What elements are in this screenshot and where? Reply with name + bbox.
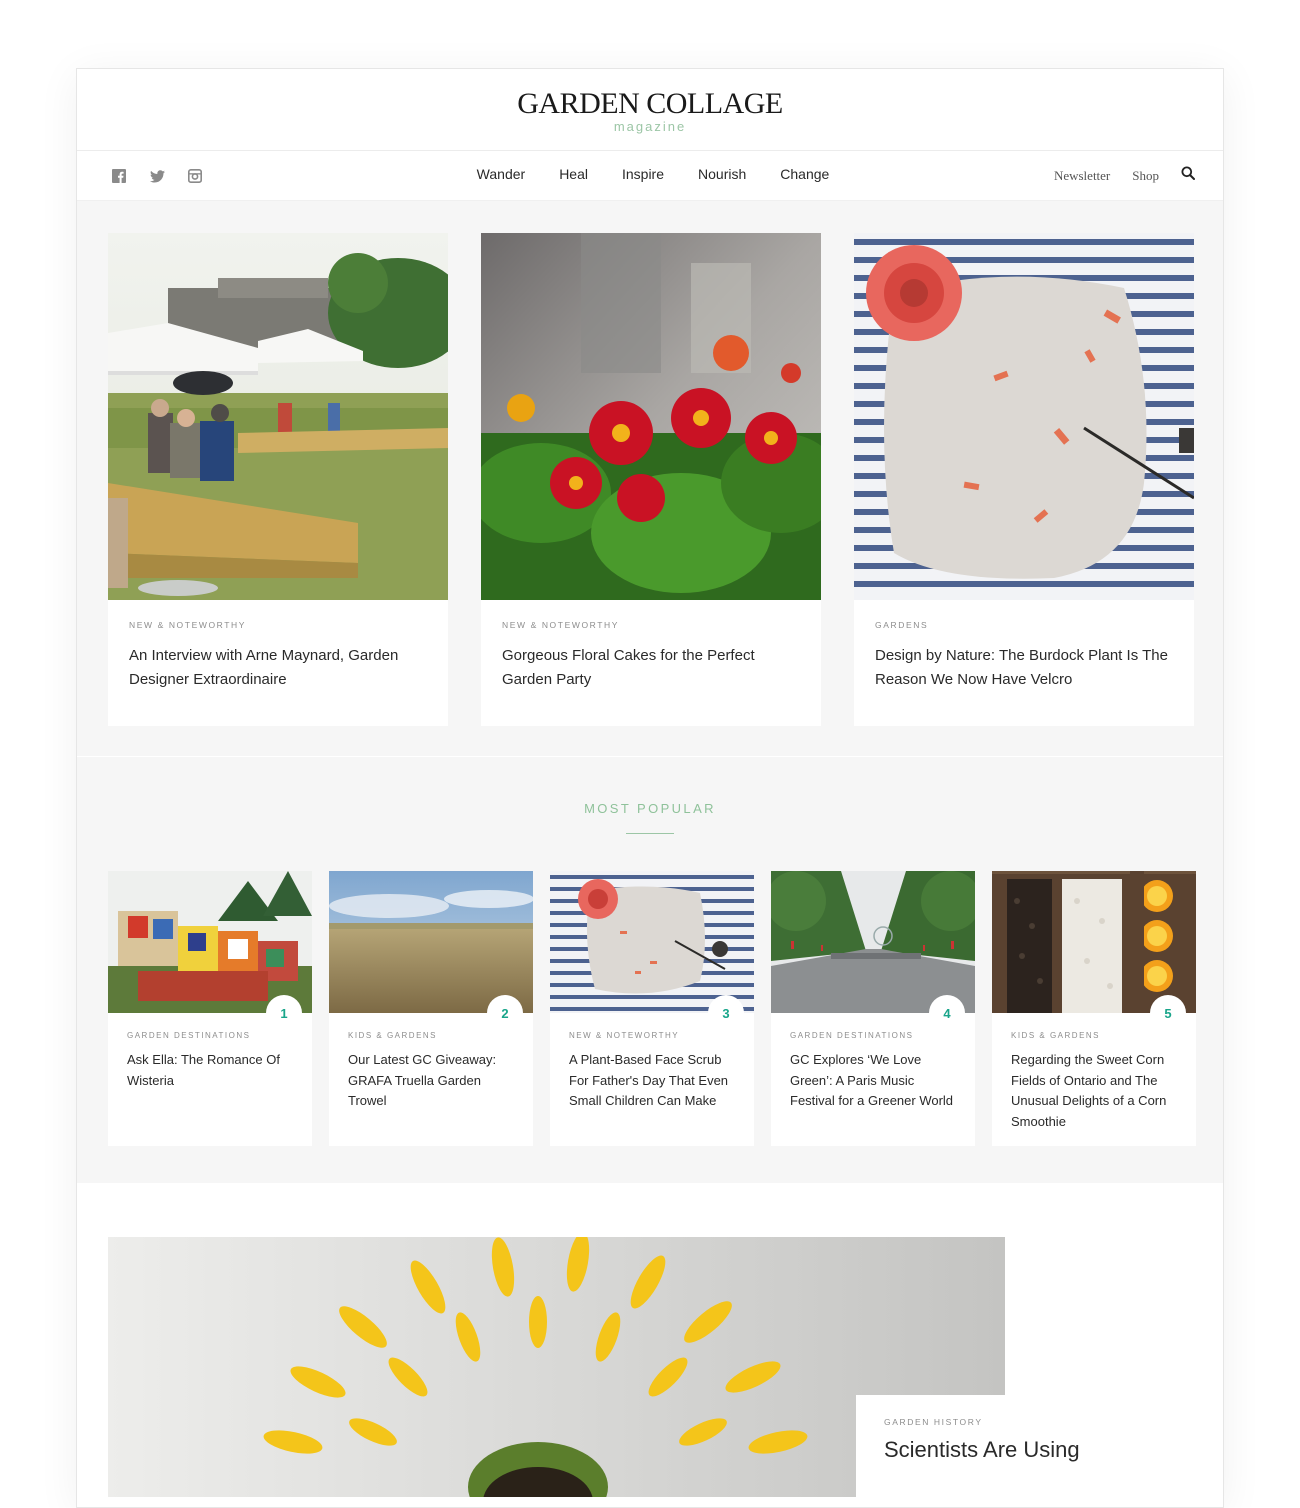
article-title[interactable]: GC Explores ‘We Love Green’: A Paris Mus… — [790, 1050, 957, 1112]
shop-link[interactable]: Shop — [1132, 168, 1159, 184]
article-title[interactable]: An Interview with Arne Maynard, Garden D… — [129, 644, 428, 692]
rank-badge: 4 — [929, 995, 965, 1031]
navbar: Wander Heal Inspire Nourish Change Newsl… — [77, 151, 1223, 201]
category-label[interactable]: GARDENS — [875, 620, 1174, 630]
article-title[interactable]: Our Latest GC Giveaway: GRAFA Truella Ga… — [348, 1050, 515, 1112]
category-label[interactable]: NEW & NOTEWORTHY — [129, 620, 428, 630]
rank-badge: 3 — [708, 995, 744, 1031]
page-frame: GARDEN COLLAGE magazine Wander Heal Insp… — [76, 68, 1224, 1508]
popular-image-paris-avenue[interactable] — [771, 871, 975, 1013]
masthead: GARDEN COLLAGE magazine — [77, 69, 1223, 151]
nav-change[interactable]: Change — [780, 166, 829, 182]
featured-image-nasturtiums[interactable] — [481, 233, 821, 600]
main-nav: Wander Heal Inspire Nourish Change — [77, 166, 1223, 182]
category-label[interactable]: NEW & NOTEWORTHY — [502, 620, 801, 630]
logo-subtitle: magazine — [613, 119, 687, 134]
popular-card[interactable]: 4 GARDEN DESTINATIONS GC Explores ‘We Lo… — [771, 871, 975, 1146]
category-label[interactable]: GARDEN HISTORY — [884, 1417, 1166, 1427]
article-title[interactable]: Ask Ella: The Romance Of Wisteria — [127, 1050, 294, 1091]
rank-badge: 1 — [266, 995, 302, 1031]
category-label[interactable]: KIDS & GARDENS — [1011, 1031, 1178, 1040]
featured-card-body: NEW & NOTEWORTHY An Interview with Arne … — [108, 600, 448, 725]
featured-card[interactable]: NEW & NOTEWORTHY Gorgeous Floral Cakes f… — [481, 233, 821, 726]
popular-list: 1 GARDEN DESTINATIONS Ask Ella: The Roma… — [108, 871, 1196, 1146]
popular-image-we-love-green[interactable] — [108, 871, 312, 1013]
nav-wander[interactable]: Wander — [477, 166, 526, 182]
nav-heal[interactable]: Heal — [559, 166, 588, 182]
nav-right: Newsletter Shop — [1054, 166, 1195, 185]
featured-card[interactable]: NEW & NOTEWORTHY An Interview with Arne … — [108, 233, 448, 726]
popular-card[interactable]: 5 KIDS & GARDENS Regarding the Sweet Cor… — [992, 871, 1196, 1146]
category-label[interactable]: NEW & NOTEWORTHY — [569, 1031, 736, 1040]
category-label[interactable]: KIDS & GARDENS — [348, 1031, 515, 1040]
search-icon[interactable] — [1181, 166, 1195, 185]
featured-articles: NEW & NOTEWORTHY An Interview with Arne … — [77, 201, 1223, 756]
popular-card[interactable]: 2 KIDS & GARDENS Our Latest GC Giveaway:… — [329, 871, 533, 1146]
nav-inspire[interactable]: Inspire — [622, 166, 664, 182]
newsletter-link[interactable]: Newsletter — [1054, 168, 1110, 184]
article-title[interactable]: Gorgeous Floral Cakes for the Perfect Ga… — [502, 644, 801, 692]
category-label[interactable]: GARDEN DESTINATIONS — [127, 1031, 294, 1040]
popular-image-corn-smoothie[interactable] — [992, 871, 1196, 1013]
article-title[interactable]: Design by Nature: The Burdock Plant Is T… — [875, 644, 1174, 692]
article-title[interactable]: Scientists Are Using — [884, 1437, 1166, 1463]
feature-story-card[interactable]: GARDEN HISTORY Scientists Are Using — [856, 1395, 1194, 1507]
featured-card[interactable]: GARDENS Design by Nature: The Burdock Pl… — [854, 233, 1194, 726]
featured-card-body: GARDENS Design by Nature: The Burdock Pl… — [854, 600, 1194, 725]
nav-nourish[interactable]: Nourish — [698, 166, 746, 182]
article-title[interactable]: Regarding the Sweet Corn Fields of Ontar… — [1011, 1050, 1178, 1132]
logo-title[interactable]: GARDEN COLLAGE — [77, 87, 1223, 121]
popular-image-wheat-field[interactable] — [329, 871, 533, 1013]
heading-divider — [626, 833, 674, 834]
most-popular-heading: MOST POPULAR — [584, 801, 716, 816]
featured-card-body: NEW & NOTEWORTHY Gorgeous Floral Cakes f… — [481, 600, 821, 725]
most-popular-section: MOST POPULAR 1 GARDEN DESTINATIONS Ask E… — [77, 756, 1223, 1183]
article-title[interactable]: A Plant-Based Face Scrub For Father's Da… — [569, 1050, 736, 1112]
rank-badge: 2 — [487, 995, 523, 1031]
popular-card[interactable]: 3 NEW & NOTEWORTHY A Plant-Based Face Sc… — [550, 871, 754, 1146]
featured-image-face-scrub[interactable] — [854, 233, 1194, 600]
category-label[interactable]: GARDEN DESTINATIONS — [790, 1031, 957, 1040]
popular-image-face-scrub[interactable] — [550, 871, 754, 1013]
featured-image-farm-workshop[interactable] — [108, 233, 448, 600]
popular-card[interactable]: 1 GARDEN DESTINATIONS Ask Ella: The Roma… — [108, 871, 312, 1146]
rank-badge: 5 — [1150, 995, 1186, 1031]
feature-story-section: GARDEN HISTORY Scientists Are Using — [77, 1183, 1223, 1507]
